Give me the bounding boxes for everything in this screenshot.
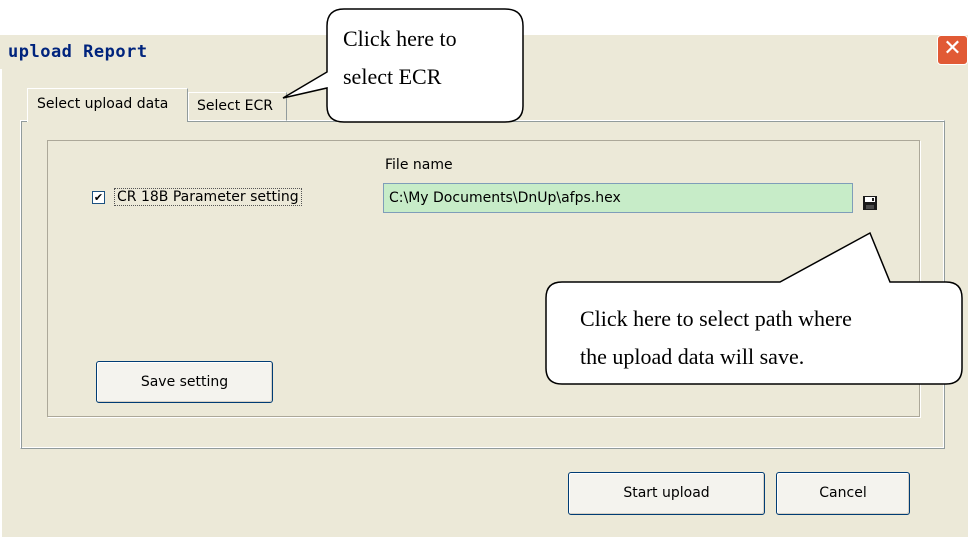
- cancel-button[interactable]: Cancel: [776, 472, 910, 515]
- file-name-label: File name: [385, 157, 453, 173]
- callout-select-ecr-line2: select ECR: [343, 64, 442, 89]
- window-title: upload Report: [8, 42, 148, 62]
- callout-path-line1: Click here to select path where: [580, 306, 852, 331]
- tab-select-upload-data[interactable]: Select upload data: [27, 88, 188, 122]
- floppy-disk-icon[interactable]: [862, 195, 878, 211]
- parameter-setting-label[interactable]: CR 18B Parameter setting: [114, 188, 302, 206]
- callout-path-line2: the upload data will save.: [580, 344, 805, 369]
- start-upload-button[interactable]: Start upload: [568, 472, 765, 515]
- tab-select-ecr[interactable]: Select ECR: [188, 92, 287, 121]
- file-path-input[interactable]: [383, 183, 853, 213]
- save-setting-button[interactable]: Save setting: [96, 361, 273, 403]
- close-button[interactable]: ✕: [937, 35, 968, 65]
- parameter-setting-checkbox[interactable]: ✔: [92, 191, 105, 204]
- callout-select-ecr-line1: Click here to: [343, 26, 457, 51]
